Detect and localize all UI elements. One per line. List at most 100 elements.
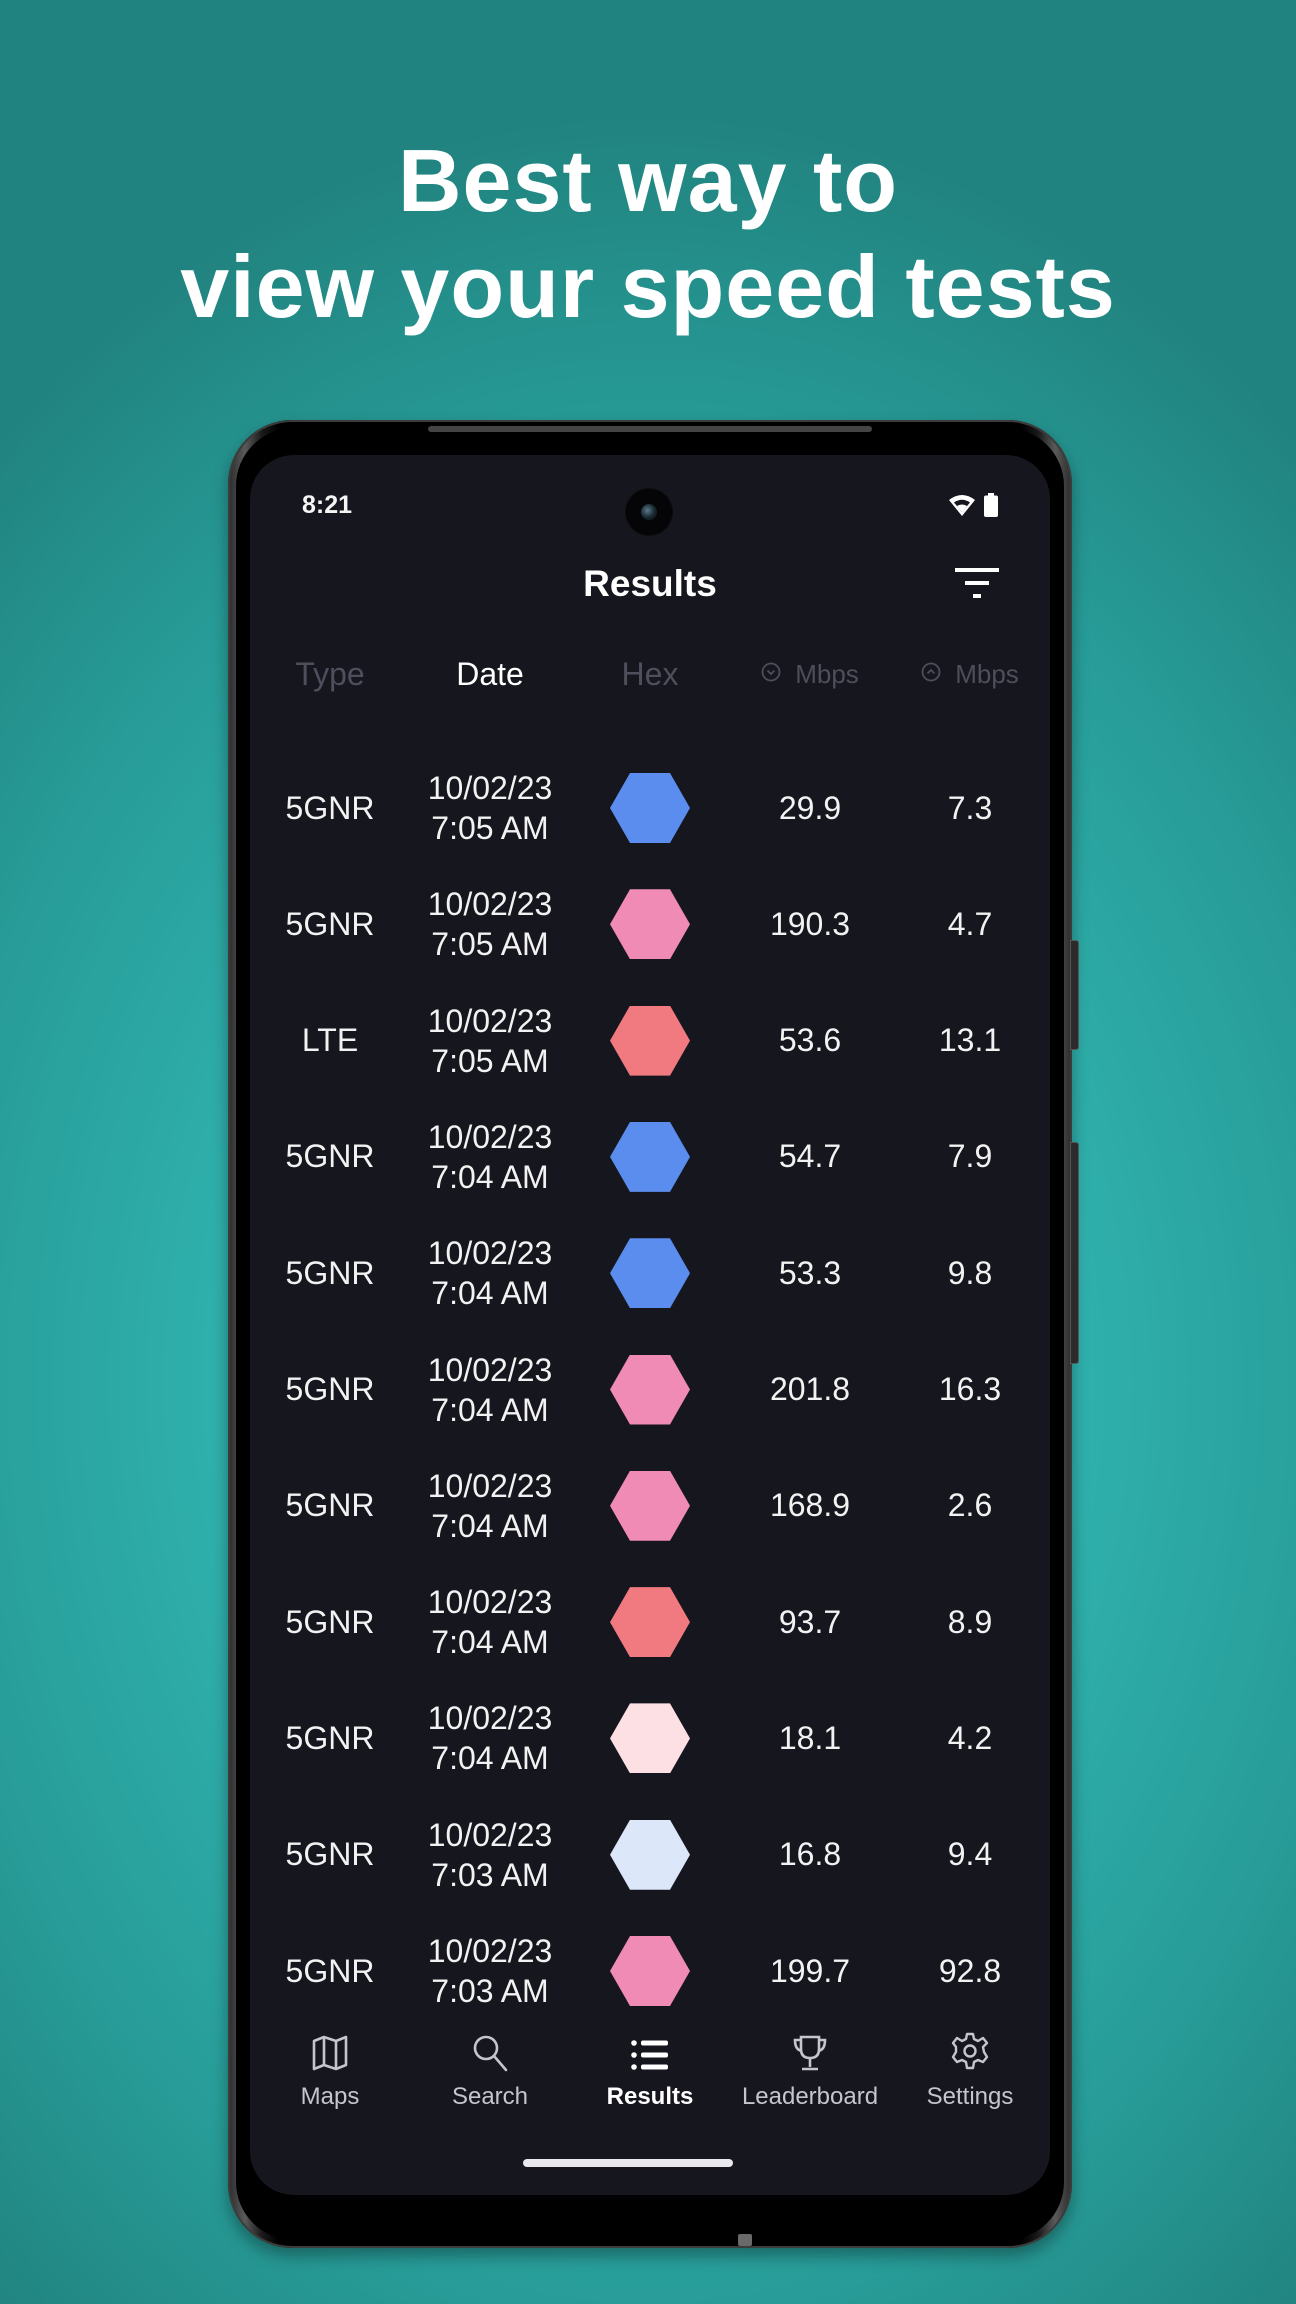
download-circle-icon	[761, 648, 781, 698]
cell-type: 5GNR	[285, 1719, 375, 1756]
table-row[interactable]: 5GNR 10/02/23 7:03 AM 16.8 9.4	[250, 1797, 1050, 1913]
list-icon	[630, 2025, 670, 2073]
cell-upload: 13.1	[938, 1022, 1002, 1059]
cell-download: 18.1	[778, 1719, 842, 1756]
cell-upload: 92.8	[938, 1952, 1002, 1989]
table-row[interactable]: LTE 10/02/23 7:05 AM 53.6 13.1	[250, 983, 1050, 1099]
cell-date: 10/02/23 7:04 AM	[410, 1332, 570, 1448]
table-row[interactable]: 5GNR 10/02/23 7:05 AM 29.9 7.3	[250, 750, 1050, 866]
status-time: 8:21	[302, 491, 353, 519]
cell-type: 5GNR	[285, 1487, 375, 1524]
cell-type: 5GNR	[285, 1836, 375, 1873]
table-row[interactable]: 5GNR 10/02/23 7:05 AM 190.3 4.7	[250, 866, 1050, 982]
search-icon	[470, 2025, 510, 2073]
cell-type: 5GNR	[285, 789, 375, 826]
cell-upload: 9.4	[947, 1836, 993, 1873]
column-header-download[interactable]: Mbps	[730, 649, 890, 701]
hexagon-swatch	[610, 1238, 690, 1309]
home-indicator[interactable]	[523, 2159, 733, 2167]
nav-item-results[interactable]: Results	[570, 2025, 730, 2135]
cell-date-day: 10/02/23	[427, 1933, 553, 1969]
cell-hex	[570, 1913, 730, 2029]
nav-item-settings[interactable]: Settings	[890, 2025, 1050, 2135]
cell-date-time: 7:05 AM	[431, 810, 549, 846]
cell-date: 10/02/23 7:05 AM	[410, 866, 570, 982]
cell-upload: 16.3	[938, 1371, 1002, 1407]
cell-download: 53.6	[778, 1022, 842, 1059]
table-row[interactable]: 5GNR 10/02/23 7:04 AM 93.7 8.9	[250, 1564, 1050, 1680]
cell-hex	[570, 1448, 730, 1564]
speaker-slot	[428, 426, 872, 432]
cell-date-time: 7:03 AM	[431, 1973, 549, 2009]
cell-upload: 4.2	[947, 1719, 993, 1756]
cell-download: 199.7	[769, 1952, 851, 1989]
nav-item-maps[interactable]: Maps	[250, 2025, 410, 2135]
nav-item-leaderboard[interactable]: Leaderboard	[730, 2025, 890, 2135]
table-row[interactable]: 5GNR 10/02/23 7:04 AM 168.9 2.6	[250, 1448, 1050, 1564]
cell-date-day: 10/02/23	[427, 1118, 553, 1155]
upload-circle-icon	[921, 648, 941, 698]
filter-button[interactable]	[952, 565, 1002, 605]
cell-date-time: 7:04 AM	[431, 1507, 549, 1544]
cell-type: 5GNR	[285, 1138, 375, 1175]
hexagon-swatch	[610, 889, 690, 960]
column-headers: Type Date Hex Mbps Mbps	[250, 649, 1050, 699]
volume-button	[1070, 1142, 1079, 1364]
cell-type: 5GNR	[285, 905, 375, 942]
cell-download: 29.9	[778, 789, 842, 826]
cell-date-time: 7:04 AM	[431, 1624, 549, 1661]
cell-date-time: 7:04 AM	[431, 1158, 549, 1195]
column-header-date[interactable]: Date	[410, 649, 570, 699]
cell-date: 10/02/23 7:04 AM	[410, 1448, 570, 1564]
column-header-type[interactable]: Type	[250, 649, 410, 699]
table-row[interactable]: 5GNR 10/02/23 7:04 AM 53.3 9.8	[250, 1215, 1050, 1331]
cell-upload: 4.7	[947, 905, 993, 942]
table-row[interactable]: 5GNR 10/02/23 7:04 AM 201.8 16.3	[250, 1332, 1050, 1448]
cell-date-day: 10/02/23	[427, 1584, 553, 1621]
cell-date-time: 7:03 AM	[431, 1856, 549, 1893]
nav-item-search[interactable]: Search	[410, 2025, 570, 2135]
cell-upload: 8.9	[947, 1603, 993, 1640]
cell-date-day: 10/02/23	[427, 1467, 553, 1504]
cell-hex	[570, 1564, 730, 1680]
cell-date: 10/02/23 7:05 AM	[410, 983, 570, 1099]
nav-label-search: Search	[451, 2083, 529, 2110]
hexagon-swatch	[610, 1121, 690, 1192]
cell-date: 10/02/23 7:04 AM	[410, 1215, 570, 1331]
phone-frame: 8:21 Results Type Date Hex Mbps Mbps 5GN…	[228, 420, 1079, 2248]
cell-hex	[570, 1332, 730, 1448]
cell-date-day: 10/02/23	[427, 886, 553, 923]
cell-upload: 9.8	[947, 1254, 993, 1291]
map-icon	[310, 2025, 350, 2073]
cell-upload: 7.3	[947, 789, 993, 826]
hexagon-swatch	[610, 1819, 690, 1890]
cell-date: 10/02/23 7:04 AM	[410, 1564, 570, 1680]
cell-download: 201.8	[769, 1371, 851, 1407]
hexagon-swatch	[610, 1005, 690, 1076]
page-title: Results	[583, 563, 717, 604]
hexagon-swatch	[610, 1587, 690, 1658]
gear-icon	[949, 2025, 991, 2073]
trophy-icon	[790, 2025, 830, 2073]
nav-label-maps: Maps	[300, 2083, 360, 2110]
cell-download: 168.9	[769, 1487, 851, 1524]
cell-download: 54.7	[778, 1138, 842, 1175]
column-header-upload[interactable]: Mbps	[890, 649, 1050, 701]
hexagon-swatch	[610, 773, 690, 843]
table-row[interactable]: 5GNR 10/02/23 7:04 AM 18.1 4.2	[250, 1680, 1050, 1796]
cell-date-time: 7:05 AM	[431, 1042, 549, 1079]
cell-date-time: 7:04 AM	[431, 1740, 549, 1777]
table-row[interactable]: 5GNR 10/02/23 7:04 AM 54.7 7.9	[250, 1099, 1050, 1215]
table-row[interactable]: 5GNR 10/02/23 7:03 AM 199.7 92.8	[250, 1913, 1050, 2029]
column-header-date-label: Date	[456, 656, 524, 692]
cell-date-day: 10/02/23	[427, 1351, 553, 1388]
cell-upload: 7.9	[947, 1138, 993, 1175]
cell-download: 190.3	[769, 905, 851, 942]
cell-type: 5GNR	[285, 1603, 375, 1640]
headline-line-2: view your speed tests	[180, 237, 1116, 336]
cell-date: 10/02/23 7:03 AM	[410, 1913, 570, 2029]
hexagon-swatch	[610, 1354, 690, 1425]
column-header-hex[interactable]: Hex	[570, 649, 730, 699]
nav-label-settings: Settings	[926, 2083, 1014, 2110]
cell-hex	[570, 1680, 730, 1796]
